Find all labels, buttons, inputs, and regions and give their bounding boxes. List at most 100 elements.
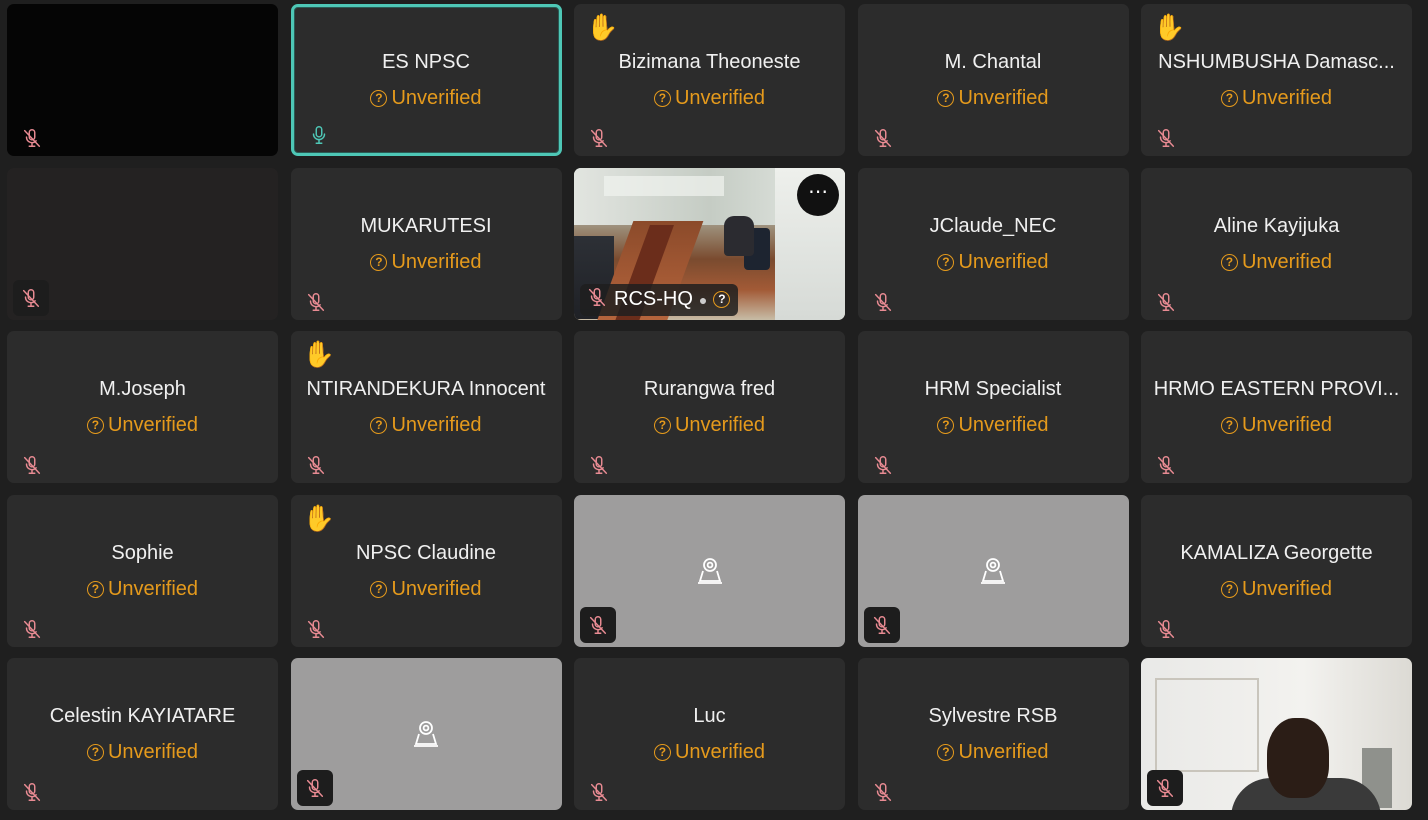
participant-name: HRMO EASTERN PROVI... (1153, 378, 1400, 400)
participant-tile[interactable]: Sophie? Unverified (7, 494, 278, 647)
participant-tile[interactable]: HRMO EASTERN PROVI...? Unverified (1141, 331, 1412, 483)
status-text: Unverified (391, 87, 482, 109)
participant-tile[interactable]: M.Joseph? Unverified (7, 331, 278, 483)
participant-tile[interactable] (290, 658, 562, 810)
mic-off-icon (872, 454, 894, 476)
participant-tile[interactable]: ✋ Bizimana Theoneste? Unverified (574, 4, 845, 156)
participant-tile[interactable]: ES NPSC? Unverified (290, 4, 562, 156)
participant-tile[interactable]: Sylvestre RSB? Unverified (857, 658, 1129, 810)
mic-off-icon (305, 291, 327, 313)
mic-off-icon (872, 781, 894, 803)
status-text: Unverified (107, 741, 199, 763)
status-text: Unverified (1241, 250, 1333, 273)
mic-off-icon (21, 127, 43, 149)
mic-off-icon (863, 606, 900, 643)
raised-hand-icon: ✋ (302, 502, 335, 533)
status-text: Unverified (958, 250, 1049, 273)
mic-off-icon (588, 454, 610, 476)
status-text: Unverified (107, 577, 199, 600)
participant-name: Sylvestre RSB (928, 705, 1058, 727)
unverified-icon: ? (86, 580, 104, 598)
participant-tile[interactable]: MUKARUTESI? Unverified (290, 167, 562, 320)
participant-name: ES NPSC (382, 51, 470, 73)
mic-off-icon (588, 127, 610, 149)
status-text: Unverified (958, 414, 1049, 436)
participant-name: JClaude_NEC (929, 214, 1057, 237)
participant-name: NPSC Claudine (355, 541, 497, 564)
participant-tile[interactable] (7, 167, 278, 320)
participant-tile[interactable]: ✋ NSHUMBUSHA Damasc...? Unverified (1141, 4, 1412, 156)
participant-tile[interactable]: Luc? Unverified (574, 658, 845, 810)
unverified-icon: ? (370, 90, 388, 107)
participant-tile[interactable]: Celestin KAYIATARE? Unverified (7, 658, 278, 810)
unverified-icon: ? (937, 90, 955, 107)
participant-tile[interactable]: Aline Kayijuka? Unverified (1141, 167, 1412, 320)
participant-label: RCS-HQ ●? (580, 283, 739, 316)
participant-name: M.Joseph (99, 378, 186, 400)
participant-grid: ES NPSC? Unverified ✋ Bizimana Theoneste? Un… (0, 0, 1428, 820)
camera-off-icon (693, 554, 727, 588)
participant-tile[interactable] (857, 494, 1129, 647)
verification-status: ? Unverified (291, 578, 562, 601)
participant-tile[interactable]: ✋ NPSC Claudine ? Unverified (290, 494, 562, 647)
mic-off-icon (586, 286, 608, 314)
status-text: Unverified (674, 741, 766, 763)
verification-status: ? Unverified (291, 414, 562, 437)
verification-status: ? Unverified (1141, 578, 1412, 601)
mic-off-icon (305, 454, 327, 476)
mic-off-icon (1155, 618, 1177, 640)
mic-off-icon (1147, 770, 1183, 806)
participant-name: Sophie (111, 541, 174, 564)
participant-tile[interactable]: M. Chantal? Unverified (857, 4, 1129, 156)
verification-status: ? Unverified (7, 741, 278, 764)
status-text: Unverified (674, 414, 766, 436)
mic-off-icon (1155, 127, 1177, 149)
participant-tile[interactable]: KAMALIZA Georgette? Unverified (1141, 494, 1412, 647)
participant-tile[interactable]: JClaude_NEC? Unverified (857, 167, 1129, 320)
verification-status: ? Unverified (1141, 251, 1412, 274)
raised-hand-icon: ✋ (302, 339, 335, 369)
participant-tile[interactable]: Rurangwa fred? Unverified (574, 331, 845, 483)
unverified-icon: ? (370, 253, 388, 271)
unverified-icon: ? (653, 744, 671, 761)
participant-tile[interactable] (574, 494, 845, 647)
status-text: Unverified (1241, 577, 1333, 600)
unverified-icon: ? (1220, 90, 1238, 107)
participant-name: NTIRANDEKURA Innocent (306, 378, 546, 400)
unverified-icon: ? (86, 744, 104, 761)
status-text: Unverified (391, 577, 482, 600)
mic-off-icon (580, 606, 616, 643)
verification-status: ? Unverified (574, 87, 845, 110)
participant-tile[interactable] (7, 4, 278, 156)
mic-off-icon (21, 781, 43, 803)
unverified-icon: ? (937, 417, 955, 434)
mic-off-icon (872, 127, 894, 149)
mic-off-icon (296, 770, 333, 806)
status-text: Unverified (391, 414, 482, 436)
verification-status: ? Unverified (574, 414, 845, 437)
verification-status: ? Unverified (1141, 87, 1412, 110)
camera-off-icon (409, 717, 443, 751)
participant-tile[interactable]: ✋ NTIRANDEKURA Innocent? Unverified (290, 331, 562, 483)
unverified-icon: ? (86, 417, 104, 434)
mic-off-icon (872, 291, 894, 313)
participant-tile[interactable]: ⋯ RCS-HQ ●? (574, 167, 845, 320)
verification-status: ? Unverified (858, 414, 1129, 437)
participant-tile[interactable] (1141, 658, 1412, 810)
status-text: Unverified (674, 87, 766, 109)
status-text: Unverified (958, 741, 1049, 763)
camera-off-icon (976, 554, 1010, 588)
verification-status: ? Unverified (294, 87, 559, 110)
unverified-icon: ? (1220, 417, 1238, 434)
mic-off-icon (1155, 454, 1177, 476)
participant-name: Aline Kayijuka (1213, 214, 1340, 237)
unverified-icon: ? (1220, 253, 1238, 271)
status-text: Unverified (1241, 414, 1333, 436)
separator-dot: ● (698, 291, 708, 308)
more-options-button[interactable]: ⋯ (797, 173, 839, 216)
mic-off-icon (21, 454, 43, 476)
participant-tile[interactable]: HRM Specialist? Unverified (857, 331, 1129, 483)
raised-hand-icon: ✋ (1153, 12, 1186, 42)
unverified-icon: ? (370, 417, 388, 434)
mic-off-icon (13, 279, 49, 316)
